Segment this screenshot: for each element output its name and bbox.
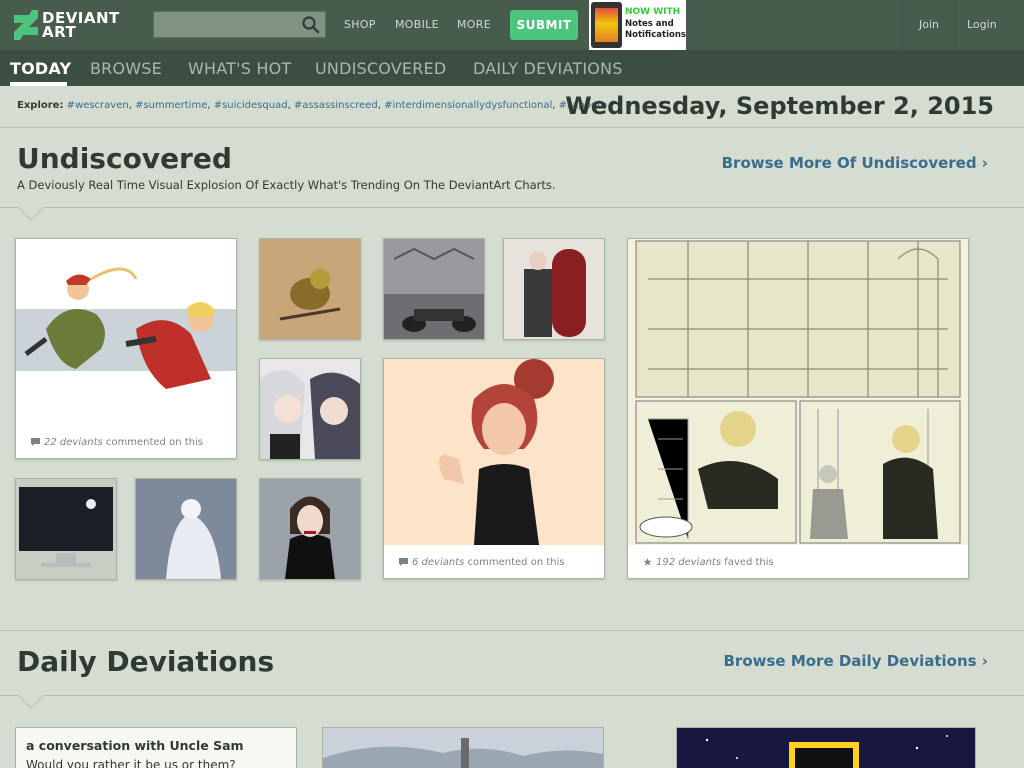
comment-icon — [399, 558, 408, 566]
explore-tag[interactable]: #assassinscreed — [294, 100, 378, 111]
daily-deviation-title: a conversation with Uncle Sam — [26, 738, 244, 753]
deviation-image — [628, 239, 968, 545]
search-box — [153, 11, 326, 38]
deviation-card[interactable]: 6 deviants commented on this — [383, 358, 605, 579]
nav-more[interactable]: MORE — [457, 18, 491, 31]
comment-icon — [31, 438, 40, 446]
deviantart-logo[interactable]: DEVIANT ART — [14, 8, 120, 42]
nav-shop[interactable]: SHOP — [344, 18, 376, 31]
deviation-image — [323, 728, 603, 768]
phone-icon — [591, 2, 622, 48]
card-stats: 22 deviants commented on this — [31, 437, 203, 448]
section-notch — [18, 207, 44, 220]
deviation-thumbnail[interactable] — [259, 478, 361, 580]
deviation-image — [16, 479, 116, 579]
explore-tag[interactable]: #suicidesquad — [214, 100, 288, 111]
top-bar: DEVIANT ART SHOP MOBILE MORE SUBMIT NOW … — [0, 0, 1024, 50]
deviation-thumbnail[interactable] — [259, 238, 361, 340]
browse-more-undiscovered-link[interactable]: Browse More Of Undiscovered › — [722, 154, 988, 172]
tab-today[interactable]: TODAY — [10, 59, 71, 78]
promo-line-1: Notes and — [625, 19, 674, 29]
explore-tag[interactable]: #summertime — [135, 100, 207, 111]
explore-label: Explore: — [17, 100, 64, 111]
deviation-card[interactable]: 192 deviants faved this — [627, 238, 969, 579]
tab-browse[interactable]: BROWSE — [90, 59, 162, 78]
promo-title: NOW WITH — [625, 7, 681, 17]
deviation-image — [260, 359, 360, 459]
deviation-thumbnail[interactable] — [503, 238, 605, 340]
tab-daily-deviations[interactable]: DAILY DEVIATIONS — [473, 59, 623, 78]
tab-undiscovered[interactable]: UNDISCOVERED — [315, 59, 446, 78]
promo-line-2: Notifications — [625, 30, 686, 40]
mobile-app-promo[interactable]: NOW WITH Notes and Notifications — [589, 0, 686, 50]
card-stats: 192 deviants faved this — [643, 557, 774, 568]
join-link[interactable]: Join — [919, 18, 939, 31]
deviation-thumbnail[interactable] — [383, 238, 485, 340]
tab-whats-hot[interactable]: WHAT'S HOT — [188, 59, 291, 78]
explore-tags: Explore: #wescraven, #summertime, #suici… — [17, 100, 608, 111]
page-date: Wednesday, September 2, 2015 — [565, 92, 994, 120]
section-notch — [18, 695, 44, 708]
deviation-card[interactable]: 22 deviants commented on this — [15, 238, 237, 459]
explore-tag[interactable]: #interdimensionallydysfunctional — [384, 100, 552, 111]
deviation-image — [136, 479, 236, 579]
explore-tag[interactable]: #wescraven — [67, 100, 129, 111]
daily-deviation-card[interactable]: a conversation with Uncle Sam Would you … — [15, 727, 297, 768]
card-stats: 6 deviants commented on this — [399, 557, 565, 568]
submit-button[interactable]: SUBMIT — [510, 10, 578, 40]
daily-deviation-card[interactable] — [322, 727, 604, 768]
login-link[interactable]: Login — [967, 18, 997, 31]
daily-deviation-card[interactable] — [676, 727, 976, 768]
deviation-thumbnail[interactable] — [259, 358, 361, 460]
deviation-image — [677, 728, 975, 768]
deviation-thumbnail[interactable] — [15, 478, 117, 580]
deviation-image — [504, 239, 604, 339]
deviation-thumbnail[interactable] — [135, 478, 237, 580]
section-subtitle: A Deviously Real Time Visual Explosion O… — [17, 178, 556, 192]
logo-line-2: ART — [42, 23, 77, 41]
section-divider — [0, 695, 1024, 696]
browse-more-daily-deviations-link[interactable]: Browse More Daily Deviations › — [724, 652, 989, 670]
section-title-daily-deviations: Daily Deviations — [17, 645, 275, 678]
deviantart-logo-icon — [14, 10, 38, 40]
deviation-image — [384, 359, 604, 545]
deviation-image — [384, 239, 484, 339]
divider — [902, 0, 903, 50]
star-icon — [643, 558, 652, 566]
section-divider — [0, 630, 1024, 631]
deviation-image — [16, 239, 236, 399]
search-icon[interactable] — [301, 15, 321, 35]
deviation-image — [260, 479, 360, 579]
explore-row: Explore: #wescraven, #summertime, #suici… — [0, 86, 1024, 128]
divider — [955, 0, 956, 50]
section-title-undiscovered: Undiscovered — [17, 142, 232, 175]
search-input[interactable] — [154, 12, 299, 37]
daily-deviation-text: Would you rather it be us or them? — [26, 758, 236, 768]
section-divider — [0, 207, 1024, 208]
tab-bar: TODAY BROWSE WHAT'S HOT UNDISCOVERED DAI… — [0, 50, 1024, 86]
deviation-image — [260, 239, 360, 339]
nav-mobile[interactable]: MOBILE — [395, 18, 439, 31]
